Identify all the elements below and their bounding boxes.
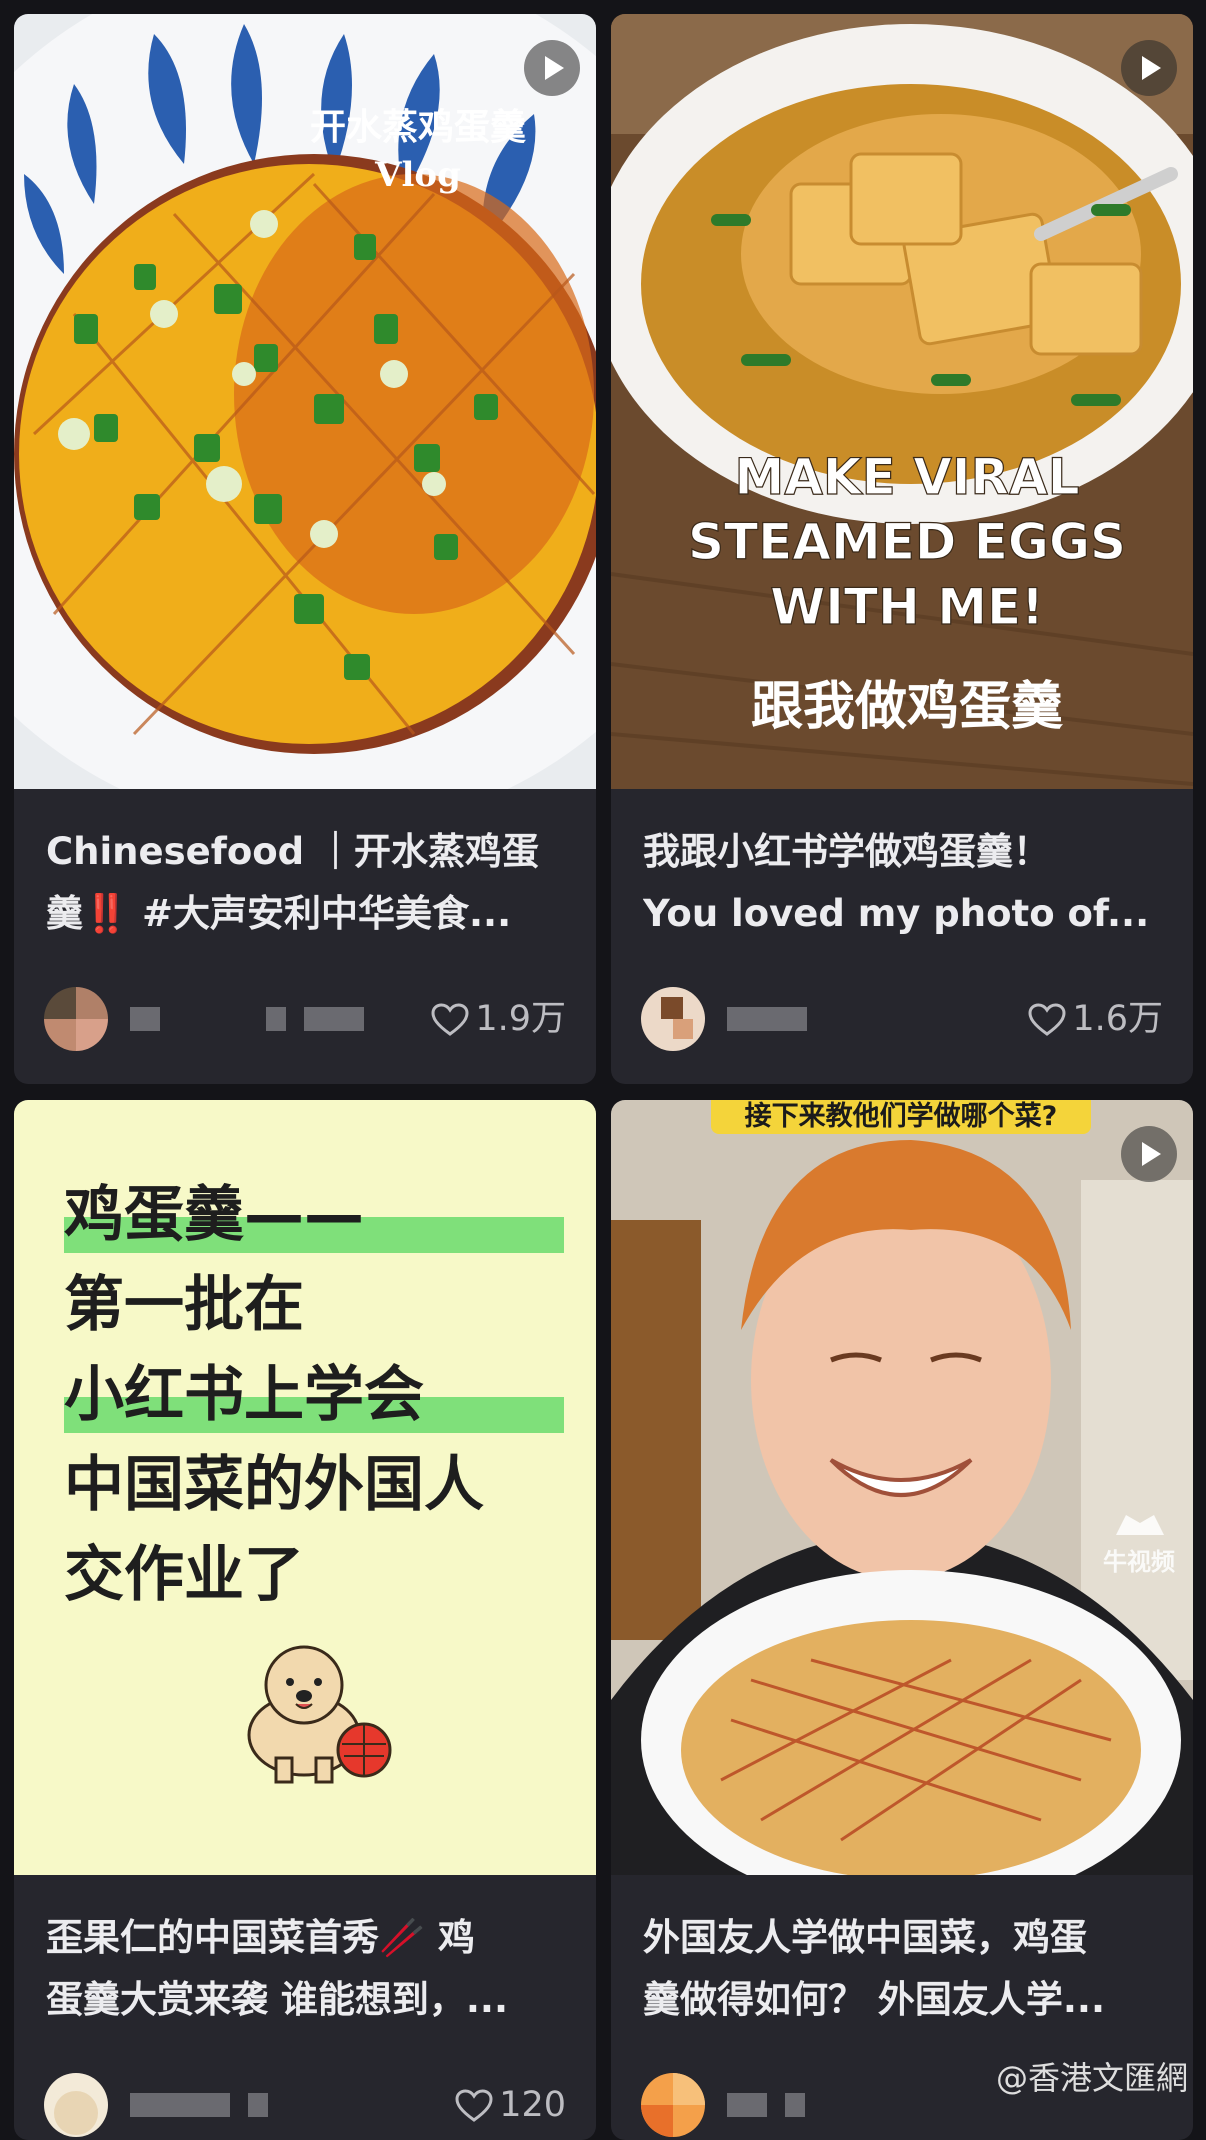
- cover-overlay-line: STEAMED EGGS: [688, 513, 1126, 571]
- note-card[interactable]: MAKE VIRAL STEAMED EGGS WITH ME! 跟我做鸡蛋羹 …: [611, 14, 1193, 1084]
- note-card[interactable]: 牛视频 接下来教他们学做哪个菜? 外国友人学做中国菜，鸡蛋 羹做得如何？ 外国友…: [611, 1100, 1193, 2140]
- heart-outline-icon: [1028, 1003, 1066, 1036]
- like-count[interactable]: 1.6万: [1028, 993, 1163, 1045]
- author-avatar[interactable]: [641, 2073, 705, 2137]
- note-info: 我跟小红书学做鸡蛋羹！ You loved my photo of... 1.6…: [611, 789, 1193, 1084]
- author-avatar[interactable]: [44, 987, 108, 1051]
- like-count[interactable]: 1.9万: [431, 993, 566, 1045]
- note-title-line: 蛋羹大赏来袭 谁能想到，...: [46, 1978, 509, 2021]
- cover-post-line: 鸡蛋羹——: [64, 1170, 564, 1260]
- note-title-line: 羹‼️ #大声安利中华美食...: [46, 892, 512, 935]
- note-title-line: 羹做得如何？ 外国友人学...: [643, 1978, 1106, 2021]
- author-name-redacted[interactable]: [130, 1007, 382, 1031]
- note-card[interactable]: 开水蒸鸡蛋羹 Vlog Chinesefood ｜开水蒸鸡蛋 羹‼️ #大声安利…: [14, 14, 596, 1084]
- cover-post-text: 鸡蛋羹—— 第一批在 小红书上学会 中国菜的外国人 交作业了: [64, 1170, 564, 1620]
- cover-overlay-title: 开水蒸鸡蛋羹: [310, 107, 526, 148]
- note-cover-image[interactable]: 开水蒸鸡蛋羹 Vlog: [14, 14, 596, 789]
- video-play-icon: [1121, 1126, 1177, 1182]
- like-count[interactable]: 120: [455, 2079, 566, 2131]
- note-info: 歪果仁的中国菜首秀🥢 鸡 蛋羹大赏来袭 谁能想到，... 120: [14, 1875, 596, 2140]
- video-logo-text: 牛视频: [1103, 1548, 1175, 1576]
- note-cover-image[interactable]: 鸡蛋羹—— 第一批在 小红书上学会 中国菜的外国人 交作业了: [14, 1100, 596, 1875]
- cover-post-line: 中国菜的外国人: [64, 1450, 484, 1520]
- note-title-line: 外国友人学做中国菜，鸡蛋: [643, 1916, 1087, 1959]
- author-avatar[interactable]: [44, 2073, 108, 2137]
- note-card[interactable]: 鸡蛋羹—— 第一批在 小红书上学会 中国菜的外国人 交作业了 歪果仁的中国菜首秀…: [14, 1100, 596, 2140]
- note-info: 外国友人学做中国菜，鸡蛋 羹做得如何？ 外国友人学...: [611, 1875, 1193, 2140]
- note-info: Chinesefood ｜开水蒸鸡蛋 羹‼️ #大声安利中华美食... 1.9万: [14, 789, 596, 1084]
- note-title-line: 我跟小红书学做鸡蛋羹！: [643, 830, 1050, 873]
- cover-post-line: 小红书上学会: [64, 1350, 564, 1440]
- note-title-line: Chinesefood ｜开水蒸鸡蛋: [46, 830, 540, 873]
- author-name-redacted[interactable]: [727, 1007, 825, 1031]
- cover-post-line: 第一批在: [64, 1270, 304, 1340]
- dog-sticker-icon: [247, 1645, 392, 1784]
- video-play-icon: [524, 40, 580, 96]
- cover-overlay-subtitle: Vlog: [374, 155, 461, 195]
- like-count-value: 120: [499, 2085, 566, 2125]
- note-meta: 1.9万: [44, 987, 566, 1051]
- note-title-line: You loved my photo of...: [643, 892, 1150, 935]
- heart-outline-icon: [455, 2089, 493, 2122]
- cover-post-line: 交作业了: [64, 1540, 304, 1610]
- author-avatar[interactable]: [641, 987, 705, 1051]
- like-count-value: 1.9万: [475, 999, 566, 1039]
- note-cover-image[interactable]: MAKE VIRAL STEAMED EGGS WITH ME! 跟我做鸡蛋羹: [611, 14, 1193, 789]
- author-name-redacted[interactable]: [130, 2093, 286, 2117]
- source-watermark: @香港文匯網: [995, 2059, 1188, 2097]
- note-title[interactable]: 外国友人学做中国菜，鸡蛋 羹做得如何？ 外国友人学...: [643, 1907, 1163, 2031]
- note-title[interactable]: 歪果仁的中国菜首秀🥢 鸡 蛋羹大赏来袭 谁能想到，...: [46, 1907, 566, 2031]
- author-name-redacted[interactable]: [727, 2093, 823, 2117]
- note-feed: 开水蒸鸡蛋羹 Vlog Chinesefood ｜开水蒸鸡蛋 羹‼️ #大声安利…: [0, 0, 1206, 2140]
- note-cover-image[interactable]: 牛视频 接下来教他们学做哪个菜?: [611, 1100, 1193, 1875]
- cover-overlay-cn: 跟我做鸡蛋羹: [751, 677, 1063, 737]
- like-count-value: 1.6万: [1072, 999, 1163, 1039]
- note-title[interactable]: Chinesefood ｜开水蒸鸡蛋 羹‼️ #大声安利中华美食...: [46, 821, 566, 945]
- heart-outline-icon: [431, 1003, 469, 1036]
- note-title[interactable]: 我跟小红书学做鸡蛋羹！ You loved my photo of...: [643, 821, 1163, 945]
- cover-overlay-line: WITH ME!: [770, 578, 1044, 636]
- note-meta: 1.6万: [641, 987, 1163, 1051]
- cover-banner: 接下来教他们学做哪个菜?: [711, 1100, 1091, 1134]
- video-play-icon: [1121, 40, 1177, 96]
- note-title-line: 歪果仁的中国菜首秀🥢 鸡: [46, 1916, 475, 1959]
- cover-overlay-line: MAKE VIRAL: [734, 448, 1079, 506]
- note-meta: 120: [44, 2073, 566, 2137]
